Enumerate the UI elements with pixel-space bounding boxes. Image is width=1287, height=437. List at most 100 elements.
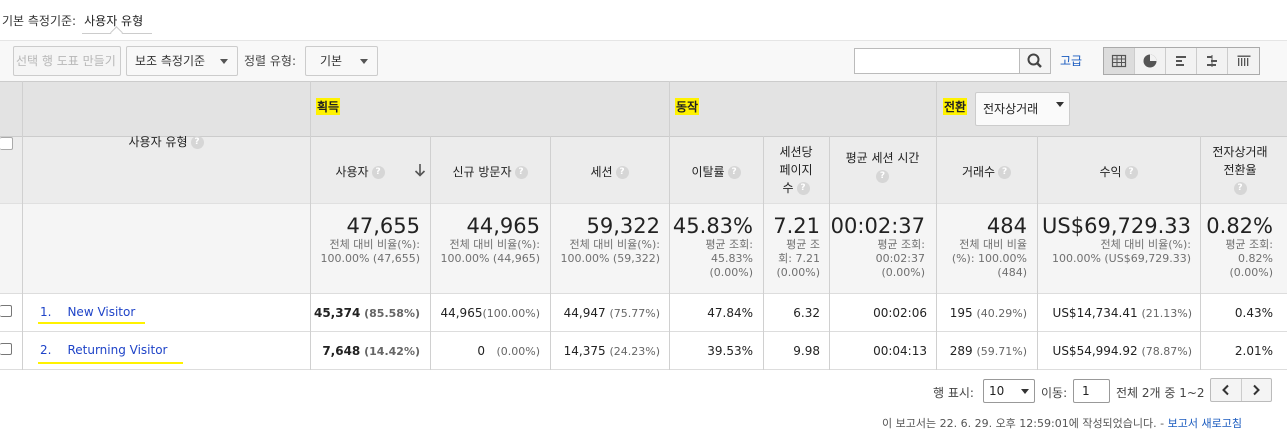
row-index: 2. <box>40 343 52 357</box>
pager-buttons <box>1210 378 1272 402</box>
summary-ecommerce-rate-value: 0.82% <box>1206 214 1273 238</box>
row-label: New Visitor <box>67 305 136 319</box>
help-icon[interactable]: ? <box>1233 182 1247 195</box>
row-sessions: 14,375 (24.23%) <box>563 344 660 358</box>
row-users: 45,374 (85.58%) <box>313 306 420 320</box>
help-icon[interactable]: ? <box>1124 166 1138 179</box>
sessions-header-label: 세션 <box>590 165 613 179</box>
ecommerce-rate-header-line1: 전자상거래 <box>1212 145 1268 159</box>
row-ecommerce-rate: 0.43% <box>1234 306 1273 320</box>
search-input[interactable] <box>854 48 1020 74</box>
secondary-dimension-dropdown[interactable]: 보조 측정기준 <box>126 46 238 76</box>
table-view-icon <box>1111 54 1127 68</box>
transactions-header[interactable]: 거래수? <box>936 163 1037 181</box>
row-bounce-rate: 39.53% <box>707 344 753 358</box>
group-acquisition: 획득 <box>316 98 341 115</box>
row-index: 1. <box>40 305 52 319</box>
group-behavior: 동작 <box>675 98 700 115</box>
search-button[interactable] <box>1019 48 1051 74</box>
row-sessions: 44,947 (75.77%) <box>563 306 660 320</box>
summary-revenue-sub: 전체 대비 비율(%): 100.00% (US$69,729.33) <box>1051 238 1191 265</box>
help-icon[interactable]: ? <box>876 170 889 183</box>
advanced-filter-link[interactable]: 고급 <box>1060 52 1082 69</box>
sort-type-dropdown[interactable]: 기본 <box>305 46 378 76</box>
row-ecommerce-rate: 2.01% <box>1234 344 1273 358</box>
dimension-header[interactable]: 사용자 유형? <box>22 133 310 151</box>
row-pages-per-session: 9.98 <box>793 344 820 358</box>
conversion-type-dropdown[interactable]: 전자상거래 <box>975 92 1070 126</box>
row-label: Returning Visitor <box>67 343 168 357</box>
help-icon[interactable]: ? <box>727 166 741 179</box>
pages-per-session-header[interactable]: 세션당 페이지 수? <box>763 143 829 197</box>
summary-pages-per-session-sub: 평균 조 회: 7.21 (0.00%) <box>776 238 820 279</box>
refresh-report-link[interactable]: 보고서 새로고침 <box>1168 417 1242 430</box>
create-chart-button[interactable]: 선택 행 도표 만들기 <box>13 46 121 76</box>
sort-type-label: 정렬 유형: <box>244 54 297 68</box>
row-revenue: US$54,994.92 (78.87%) <box>1052 344 1192 358</box>
comparison-view-button[interactable] <box>1197 48 1228 74</box>
row-bounce-rate: 47.84% <box>707 306 753 320</box>
summary-avg-session-duration-sub: 평균 조회: 00:02:37 (0.00%) <box>875 238 925 279</box>
column-divider <box>22 81 23 370</box>
pages-per-session-header-line1: 세션당 <box>779 145 813 159</box>
row-users: 7,648 (14.42%) <box>322 344 420 358</box>
pivot-view-button[interactable] <box>1228 48 1259 74</box>
help-icon[interactable]: ? <box>796 182 810 195</box>
primary-dimension: 기본 측정기준: 사용자 유형 <box>2 12 143 29</box>
row-dimension-link[interactable]: 2. Returning Visitor <box>40 343 168 357</box>
pie-view-button[interactable] <box>1135 48 1166 74</box>
users-header-label: 사용자 <box>335 165 369 179</box>
summary-users-value: 47,655 <box>346 214 420 238</box>
avg-session-duration-header[interactable]: 평균 세션 시간 ? <box>829 149 936 185</box>
pages-per-session-header-line3: 수 <box>782 181 794 195</box>
performance-view-button[interactable] <box>1166 48 1197 74</box>
row-revenue: US$14,734.41 (21.13%) <box>1052 306 1192 320</box>
row-avg-session-duration: 00:04:13 <box>873 344 927 358</box>
table-group-header-row <box>0 81 1287 136</box>
row-checkbox[interactable] <box>0 343 12 355</box>
ecommerce-rate-header-line2: 전환율 <box>1223 163 1257 177</box>
prev-page-button[interactable] <box>1211 379 1242 401</box>
row-transactions: 289 (59.71%) <box>949 344 1027 358</box>
help-icon[interactable]: ? <box>371 166 385 179</box>
row-dimension-link[interactable]: 1. New Visitor <box>40 305 135 319</box>
select-all-checkbox[interactable] <box>0 137 13 150</box>
users-header[interactable]: 사용자? <box>310 163 410 181</box>
group-conversion: 전환 <box>943 98 968 115</box>
row-new-visitors: 44,965(100.00%) <box>440 306 540 320</box>
bounce-rate-header[interactable]: 이탈률? <box>669 163 763 181</box>
next-page-button[interactable] <box>1242 379 1272 401</box>
summary-avg-session-duration-value: 00:02:37 <box>830 214 925 238</box>
sort-down-arrow-icon[interactable] <box>414 163 426 177</box>
summary-sessions-sub: 전체 대비 비율(%): 100.00% (59,322) <box>560 238 660 265</box>
help-icon[interactable]: ? <box>190 136 204 149</box>
help-icon[interactable]: ? <box>514 166 528 179</box>
summary-sessions-value: 59,322 <box>586 214 660 238</box>
ecommerce-rate-header[interactable]: 전자상거래 전환율 ? <box>1200 143 1280 197</box>
summary-new-visitors-value: 44,965 <box>466 214 540 238</box>
goto-page-input[interactable]: 1 <box>1073 379 1110 403</box>
help-icon[interactable]: ? <box>615 166 629 179</box>
new-visitors-header-label: 신규 방문자 <box>452 165 512 179</box>
summary-bounce-rate-value: 45.83% <box>672 214 753 238</box>
summary-users-sub: 전체 대비 비율(%): 100.00% (47,655) <box>320 238 420 265</box>
row-checkbox[interactable] <box>0 305 12 317</box>
comparison-view-icon <box>1207 55 1217 67</box>
summary-transactions-value: 484 <box>986 214 1027 238</box>
avg-session-duration-header-label: 평균 세션 시간 <box>845 151 920 165</box>
row-pages-per-session: 6.32 <box>793 306 820 320</box>
revenue-header-label: 수익 <box>1099 165 1122 179</box>
report-footer: 이 보고서는 22. 6. 29. 오후 12:59:01에 작성되었습니다. … <box>882 415 1242 431</box>
table-view-button[interactable] <box>1104 48 1135 74</box>
help-icon[interactable]: ? <box>998 166 1012 179</box>
rows-per-page-select[interactable]: 10 <box>983 379 1035 403</box>
new-visitors-header[interactable]: 신규 방문자? <box>430 163 550 181</box>
sessions-header[interactable]: 세션? <box>550 163 669 181</box>
revenue-header[interactable]: 수익? <box>1037 163 1200 181</box>
transactions-header-label: 거래수 <box>961 165 996 179</box>
bounce-rate-header-label: 이탈률 <box>691 165 725 179</box>
pivot-view-icon <box>1237 55 1250 66</box>
row-transactions: 195 (40.29%) <box>949 306 1027 320</box>
summary-revenue-value: US$69,729.33 <box>1042 214 1191 238</box>
primary-dimension-current[interactable]: 사용자 유형 <box>84 14 143 28</box>
